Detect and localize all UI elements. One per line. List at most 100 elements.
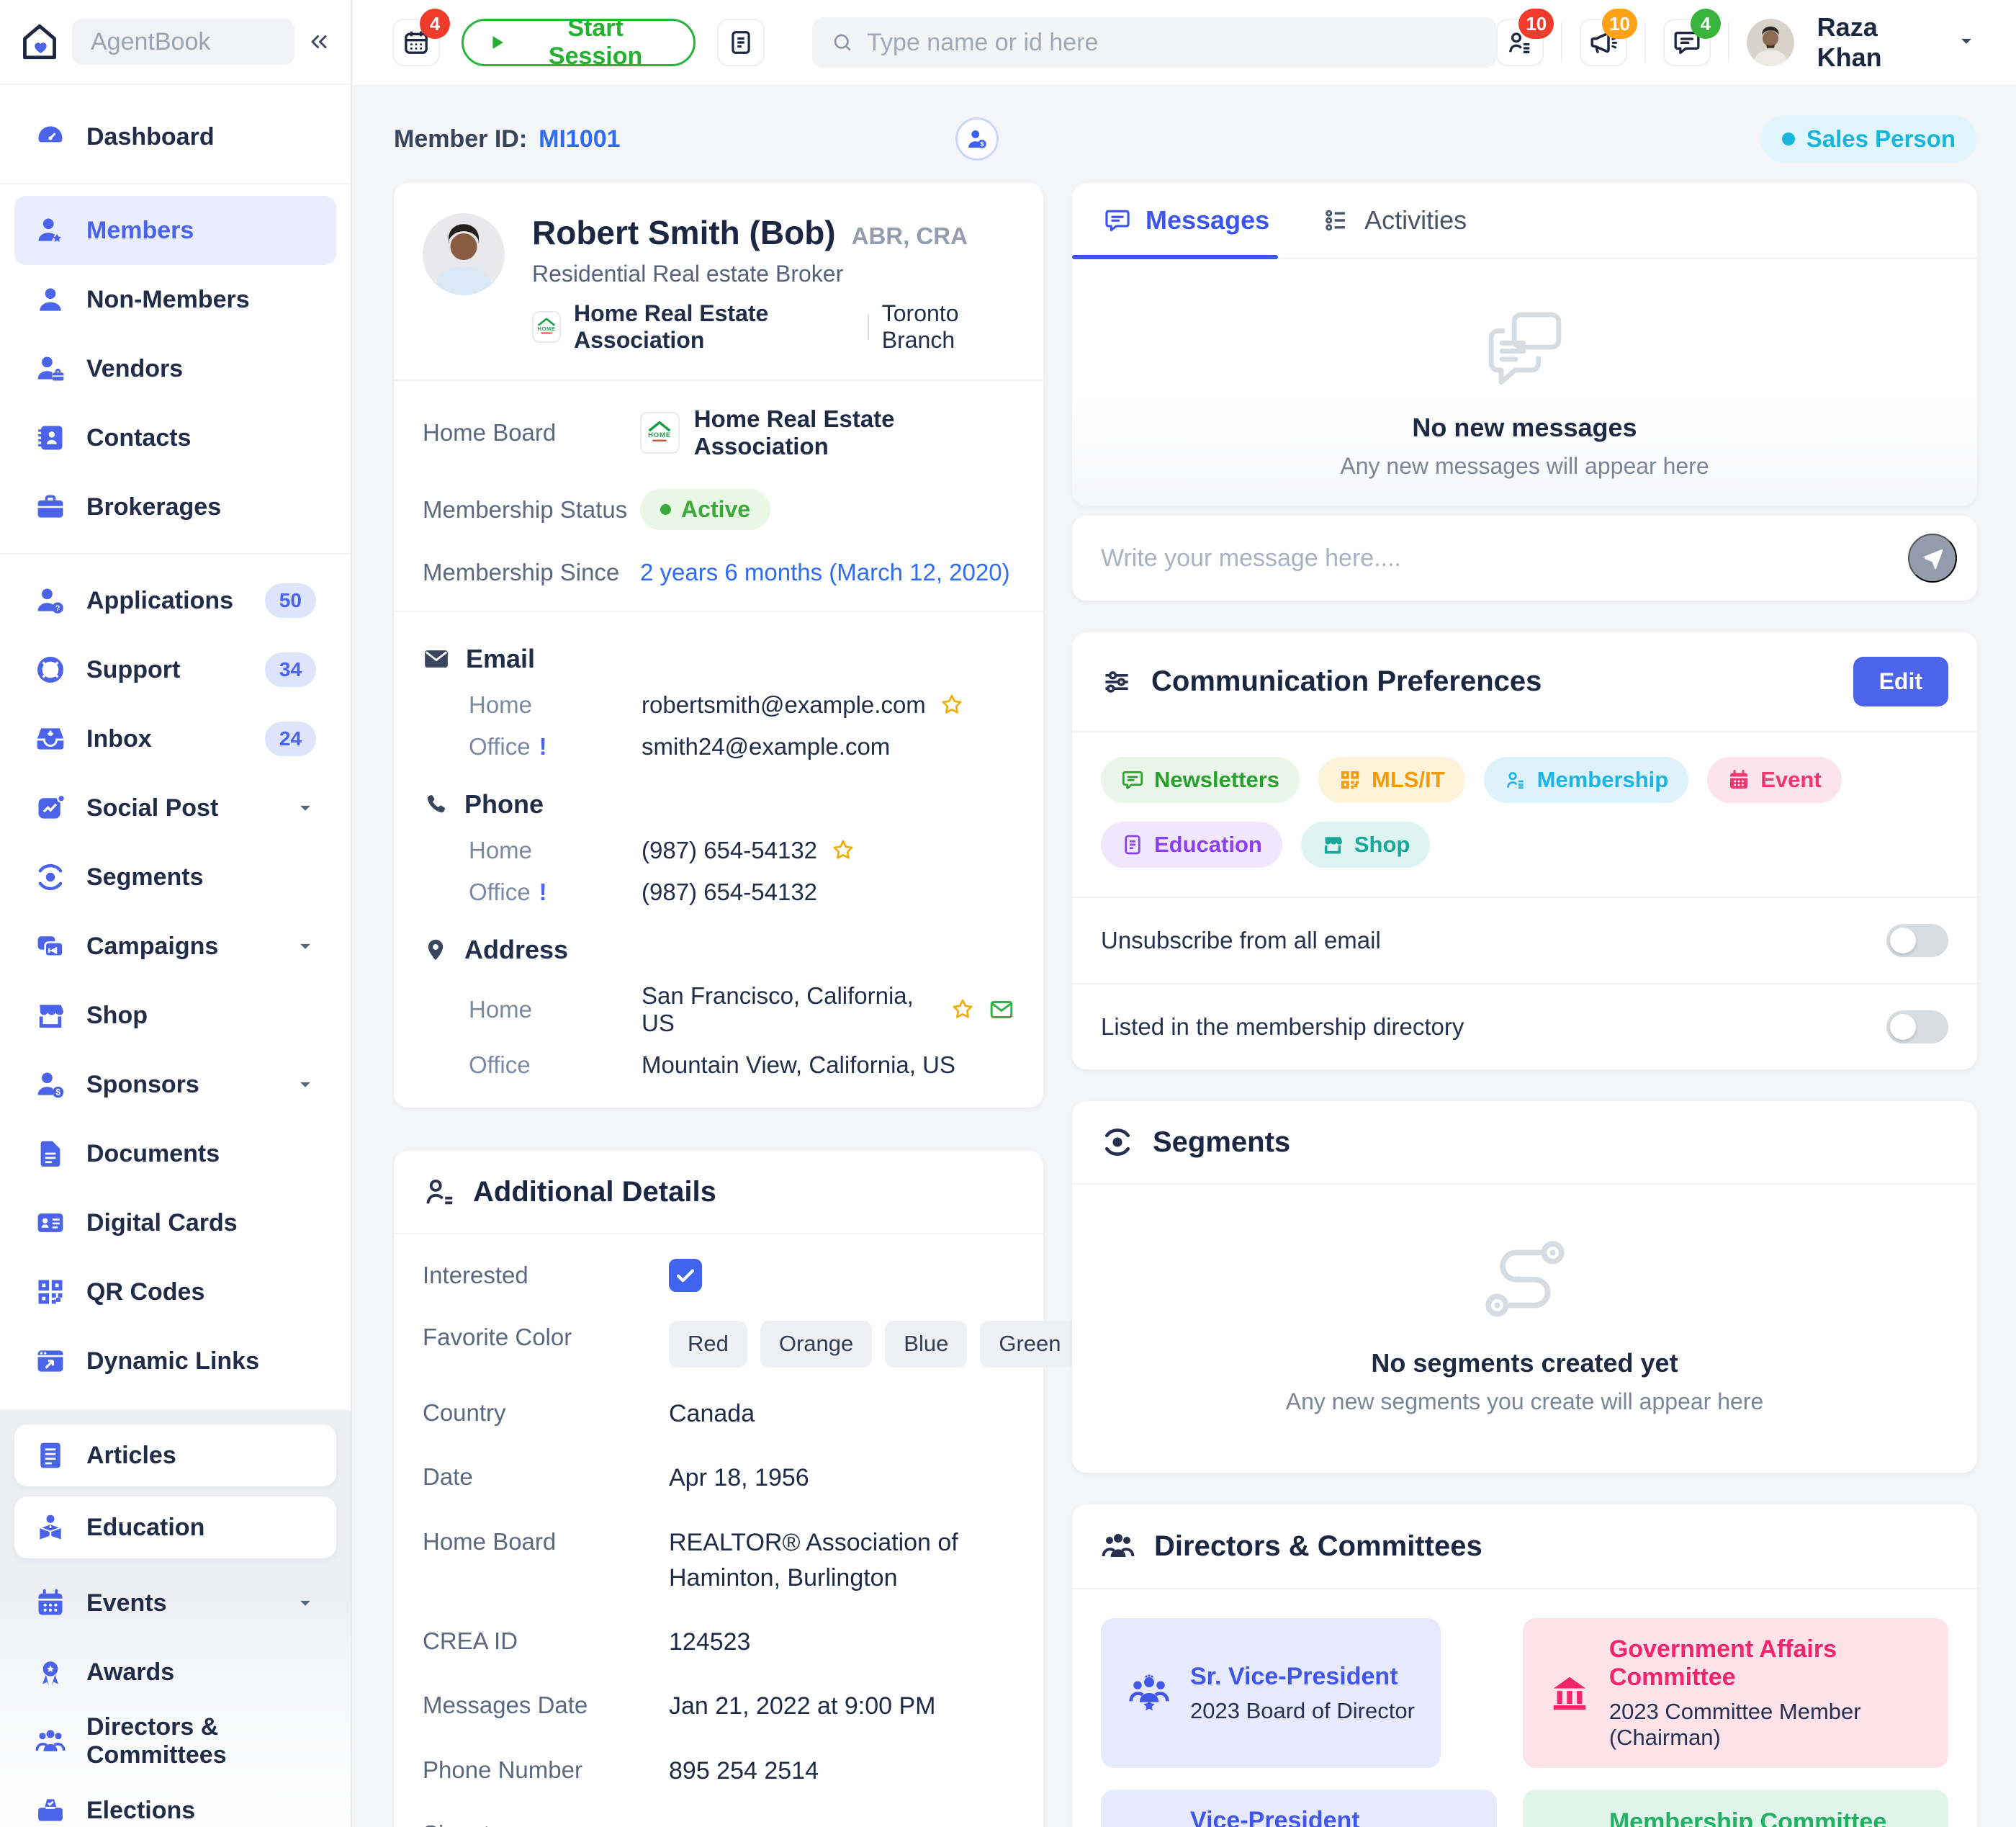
sidebar-item-articles[interactable]: Articles [14, 1424, 336, 1486]
sidebar-item-segments[interactable]: Segments [14, 843, 336, 912]
sidebar-item-elections[interactable]: Elections [14, 1776, 336, 1827]
sidebar-item-vendors[interactable]: Vendors [14, 334, 336, 403]
sidebar: AgentBook Dashboard Members Non-Members … [0, 0, 352, 1827]
announcements-button[interactable]: 10 [1580, 19, 1627, 66]
topbar: 4 Start Session 10 10 4 [354, 0, 2016, 86]
sidebar-item-dashboard[interactable]: Dashboard [14, 102, 336, 171]
support-icon [35, 654, 66, 686]
svg-text:steven jobs: steven jobs [670, 1822, 831, 1827]
inbox-count-badge: 24 [265, 722, 316, 756]
person-dollar-icon [964, 126, 990, 152]
sidebar-item-social-post[interactable]: Social Post [14, 773, 336, 843]
star-icon[interactable] [950, 997, 976, 1023]
user-avatar[interactable] [1747, 19, 1794, 66]
membership-since-value: 2 years 6 months (March 12, 2020) [640, 559, 1010, 586]
signature-row: Signature steven jobs [394, 1803, 1043, 1827]
star-icon[interactable] [939, 692, 965, 718]
member-name: Robert Smith (Bob) [532, 213, 836, 252]
sidebar-item-digital-cards[interactable]: Digital Cards [14, 1188, 336, 1257]
person-details-icon [423, 1175, 456, 1208]
sidebar-item-campaigns[interactable]: Campaigns [14, 912, 336, 981]
date-row: Date Apr 18, 1956 [394, 1446, 1043, 1510]
sidebar-item-applications[interactable]: Applications 50 [14, 566, 336, 635]
sidebar-bottom-section: Articles Education Events Awards [0, 1410, 351, 1827]
sidebar-collapse-button[interactable] [306, 29, 332, 55]
tab-messages[interactable]: Messages [1104, 183, 1269, 258]
unsubscribe-toggle[interactable] [1886, 924, 1948, 957]
member-avatar [423, 213, 505, 295]
messages-button[interactable]: 4 [1663, 19, 1711, 66]
member-id-label: Member ID: [394, 125, 527, 153]
digital-cards-icon [35, 1207, 66, 1239]
divider [1728, 22, 1729, 63]
sidebar-item-inbox[interactable]: Inbox 24 [14, 704, 336, 773]
inbox-icon [35, 723, 66, 755]
topbar-right: 10 10 4 Raza Khan [1496, 12, 1977, 73]
calendar-button[interactable]: 4 [392, 19, 440, 66]
book-icon [1121, 833, 1144, 856]
brand-name: AgentBook [72, 19, 294, 65]
sidebar-item-contacts[interactable]: Contacts [14, 403, 336, 472]
chat-bubbles-icon [1482, 304, 1568, 390]
edit-preferences-button[interactable]: Edit [1853, 657, 1948, 706]
sidebar-item-brokerages[interactable]: Brokerages [14, 472, 336, 542]
color-chip: Red [669, 1321, 747, 1368]
mail-address-icon[interactable] [989, 997, 1014, 1023]
branch-name: Toronto Branch [882, 300, 1014, 354]
segments-empty-state: No segments created yet Any new segments… [1072, 1185, 1977, 1473]
notes-button[interactable] [717, 19, 765, 66]
sliders-icon [1101, 666, 1133, 698]
preference-chips: Newsletters MLS/IT Membership Event [1072, 732, 1977, 897]
send-icon [1919, 544, 1946, 572]
address-office-value: Mountain View, California, US [642, 1051, 955, 1079]
sidebar-item-non-members[interactable]: Non-Members [14, 265, 336, 334]
directory-toggle[interactable] [1886, 1010, 1948, 1043]
sidebar-item-directors-committees[interactable]: Directors & Committees [14, 1707, 336, 1776]
sidebar-item-members[interactable]: Members [14, 196, 336, 265]
phone-office-row: Office! (987) 654-54132 [423, 871, 1014, 913]
dynamic-links-icon [35, 1345, 66, 1377]
sidebar-item-dynamic-links[interactable]: Dynamic Links [14, 1327, 336, 1396]
role-dot-icon [1782, 133, 1795, 145]
search-input[interactable] [867, 29, 1477, 57]
profile-card: Robert Smith (Bob) ABR, CRA Residential … [394, 183, 1043, 1108]
phone-number-row: Phone Number 895 254 2514 [394, 1739, 1043, 1803]
notes-icon [727, 29, 755, 56]
member-id-value[interactable]: MI1001 [539, 125, 620, 153]
chip-shop: Shop [1301, 822, 1431, 868]
interested-checkbox[interactable] [669, 1259, 702, 1292]
profile-header: Robert Smith (Bob) ABR, CRA Residential … [394, 183, 1043, 380]
member-billing-button[interactable] [955, 117, 999, 161]
route-icon [1478, 1232, 1572, 1326]
directors-committees-icon [35, 1725, 66, 1757]
directory-toggle-row: Listed in the membership directory [1072, 983, 1977, 1069]
education-icon [35, 1512, 66, 1543]
country-row: Country Canada [394, 1382, 1043, 1446]
phone-icon [423, 791, 449, 817]
crea-id-row: CREA ID 124523 [394, 1610, 1043, 1674]
user-menu-chevron-icon[interactable] [1956, 30, 1977, 55]
sidebar-item-documents[interactable]: Documents [14, 1119, 336, 1188]
sidebar-item-education[interactable]: Education [14, 1496, 336, 1558]
chevron-down-icon [294, 1592, 316, 1614]
sidebar-item-shop[interactable]: Shop [14, 981, 336, 1050]
message-input[interactable] [1101, 544, 1908, 573]
announcements-badge: 10 [1602, 9, 1637, 39]
chip-education: Education [1101, 822, 1282, 868]
sidebar-item-awards[interactable]: Awards [14, 1638, 336, 1707]
star-icon[interactable] [830, 838, 856, 863]
additional-details-card: Additional Details Interested Favorite C… [394, 1151, 1043, 1827]
divider [868, 314, 869, 340]
additional-details-title: Additional Details [473, 1176, 716, 1208]
box-icon [1338, 768, 1362, 791]
member-requests-button[interactable]: 10 [1496, 19, 1544, 66]
home-board-row: Home Board REALTOR® Association of Hamin… [394, 1511, 1043, 1611]
send-button[interactable] [1908, 534, 1957, 583]
tab-activities[interactable]: Activities [1323, 183, 1467, 258]
sidebar-item-events[interactable]: Events [14, 1568, 336, 1638]
sidebar-item-qr-codes[interactable]: QR Codes [14, 1257, 336, 1327]
sidebar-item-sponsors[interactable]: Sponsors [14, 1050, 336, 1119]
qr-codes-icon [35, 1276, 66, 1308]
sidebar-item-support[interactable]: Support 34 [14, 635, 336, 704]
start-session-button[interactable]: Start Session [462, 19, 696, 66]
